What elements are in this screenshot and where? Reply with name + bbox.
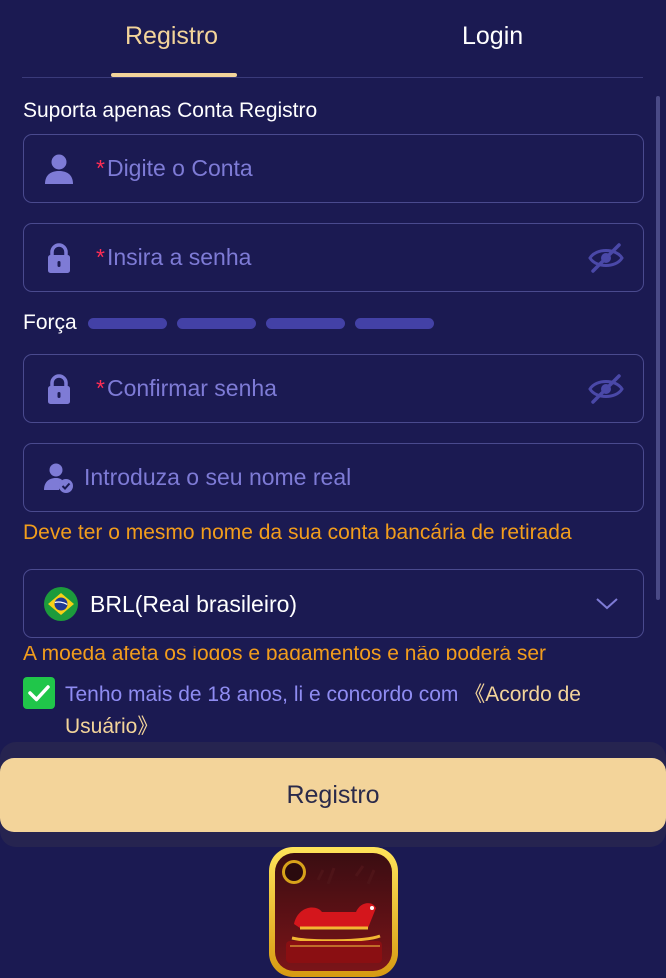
required-mark: * <box>96 155 105 181</box>
real-name-field[interactable]: Introduza o seu nome real <box>23 443 644 512</box>
terms-checkbox[interactable] <box>23 677 55 709</box>
scrollbar[interactable] <box>656 96 660 600</box>
confirm-password-field[interactable]: *Confirmar senha <box>23 354 644 423</box>
required-mark: * <box>96 244 105 270</box>
checkmark-icon <box>28 685 50 702</box>
account-placeholder: *Digite o Conta <box>96 155 253 182</box>
required-mark: * <box>96 375 105 401</box>
password-field[interactable]: *Insira a senha <box>23 223 644 292</box>
register-button[interactable]: Registro <box>0 758 666 832</box>
strength-segment <box>88 318 167 329</box>
eye-off-icon[interactable] <box>587 242 625 274</box>
brazil-flag-icon <box>44 587 78 621</box>
eye-off-icon[interactable] <box>587 373 625 405</box>
password-placeholder: *Insira a senha <box>96 244 251 271</box>
support-label: Suporta apenas Conta Registro <box>23 99 318 122</box>
strength-label: Força <box>23 311 77 334</box>
account-placeholder-text: Digite o Conta <box>106 155 253 181</box>
user-icon <box>45 154 73 184</box>
lock-icon <box>48 374 70 404</box>
active-tab-indicator <box>111 73 237 77</box>
strength-segment <box>355 318 434 329</box>
currency-warning: A moeda afeta os jogos e pagamentos e nã… <box>23 646 644 660</box>
confirm-placeholder-text: Confirmar senha <box>106 375 277 401</box>
user-check-icon <box>44 463 73 493</box>
password-strength: Força <box>23 310 453 338</box>
chevron-down-icon <box>596 598 618 610</box>
currency-select[interactable]: BRL(Real brasileiro) <box>23 569 644 638</box>
sled-pg-logo <box>269 847 398 977</box>
terms-label: Tenho mais de 18 anos, li e concordo com <box>65 683 465 706</box>
lock-icon <box>48 243 70 273</box>
strength-segment <box>266 318 345 329</box>
terms-text: Tenho mais de 18 anos, li e concordo com… <box>65 679 625 743</box>
real-name-hint: Deve ter o mesmo nome da sua conta bancá… <box>23 521 572 544</box>
confirm-placeholder: *Confirmar senha <box>96 375 277 402</box>
currency-warning-text: A moeda afeta os jogos e pagamentos e nã… <box>23 646 547 660</box>
strength-segment <box>177 318 256 329</box>
tab-register[interactable]: Registro <box>125 22 218 51</box>
auth-tabs: Registro Login <box>22 0 643 78</box>
password-placeholder-text: Insira a senha <box>106 244 252 270</box>
account-field[interactable]: *Digite o Conta <box>23 134 644 203</box>
currency-value: BRL(Real brasileiro) <box>90 591 298 617</box>
real-name-placeholder: Introduza o seu nome real <box>84 464 352 490</box>
tab-login[interactable]: Login <box>462 22 523 51</box>
